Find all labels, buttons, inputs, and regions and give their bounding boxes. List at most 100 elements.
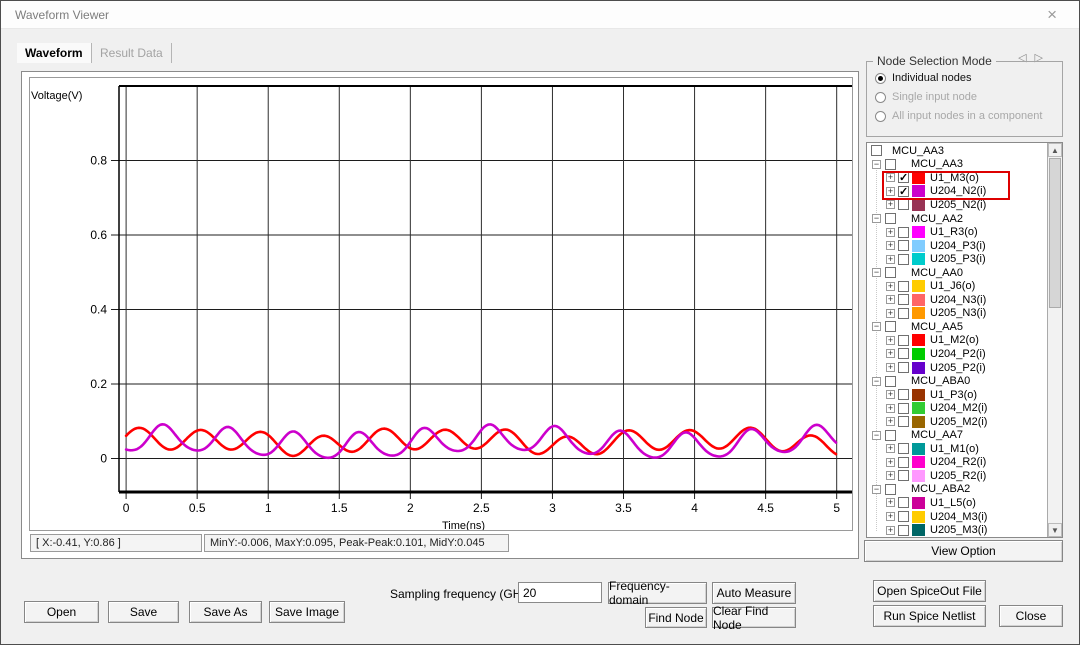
- tree-node-row[interactable]: + U204_M2(i): [867, 401, 1046, 415]
- radio-button-icon[interactable]: [875, 73, 886, 84]
- node-checkbox[interactable]: [898, 335, 909, 346]
- waveform-plot[interactable]: 00.20.40.60.800.511.522.533.544.55Time(n…: [30, 78, 852, 530]
- node-checkbox[interactable]: [898, 457, 909, 468]
- expand-icon[interactable]: +: [886, 526, 895, 535]
- find-node-button[interactable]: Find Node: [645, 607, 707, 628]
- node-label[interactable]: MCU_AA7: [911, 429, 963, 441]
- tree-group-row[interactable]: − MCU_ABA0: [867, 374, 1046, 388]
- node-checkbox[interactable]: [871, 145, 882, 156]
- node-checkbox[interactable]: [885, 321, 896, 332]
- tree-node-row[interactable]: + U205_M3(i): [867, 523, 1046, 537]
- tree-group-row[interactable]: −MCU_ABA2: [867, 483, 1046, 497]
- node-checkbox[interactable]: [898, 199, 909, 210]
- node-checkbox[interactable]: [898, 403, 909, 414]
- node-label[interactable]: U204_M3(i): [930, 511, 987, 523]
- node-label[interactable]: MCU_ABA0: [911, 375, 970, 387]
- expand-icon[interactable]: +: [886, 417, 895, 426]
- tree-node-row[interactable]: +U1_M1(o): [867, 442, 1046, 456]
- collapse-icon[interactable]: −: [872, 268, 881, 277]
- tab-waveform[interactable]: Waveform: [17, 43, 92, 63]
- open-spiceout-file-button[interactable]: Open SpiceOut File: [873, 580, 986, 602]
- expand-icon[interactable]: +: [886, 282, 895, 291]
- node-label[interactable]: U204_N2(i): [930, 185, 986, 197]
- run-spice-netlist-button[interactable]: Run Spice Netlist: [873, 605, 986, 627]
- node-label[interactable]: U205_M3(i): [930, 524, 987, 536]
- tree-node-row[interactable]: +U205_P2(i): [867, 361, 1046, 375]
- node-label[interactable]: U1_J6(o): [930, 280, 975, 292]
- node-label[interactable]: U1_R3(o): [930, 226, 978, 238]
- node-label[interactable]: U205_M2(i): [930, 416, 987, 428]
- expand-icon[interactable]: +: [886, 404, 895, 413]
- node-label[interactable]: U204_P2(i): [930, 348, 986, 360]
- tree-node-row[interactable]: +U204_P3(i): [867, 239, 1046, 253]
- collapse-icon[interactable]: −: [872, 377, 881, 386]
- node-checkbox[interactable]: [898, 281, 909, 292]
- node-label[interactable]: MCU_AA0: [911, 267, 963, 279]
- expand-icon[interactable]: +: [886, 390, 895, 399]
- close-icon[interactable]: ×: [1047, 5, 1057, 25]
- expand-icon[interactable]: +: [886, 173, 895, 182]
- save-button[interactable]: Save: [108, 601, 179, 623]
- tree-node-row[interactable]: + U204_R2(i): [867, 456, 1046, 470]
- node-checkbox[interactable]: [885, 159, 896, 170]
- node-checkbox[interactable]: [898, 389, 909, 400]
- collapse-icon[interactable]: −: [872, 431, 881, 440]
- node-checkbox[interactable]: [885, 430, 896, 441]
- scrollbar-thumb[interactable]: [1049, 158, 1061, 308]
- node-label[interactable]: U204_M2(i): [930, 402, 987, 414]
- node-checkbox[interactable]: [885, 267, 896, 278]
- node-checkbox[interactable]: [898, 254, 909, 265]
- collapse-icon[interactable]: −: [872, 160, 881, 169]
- collapse-icon[interactable]: −: [872, 214, 881, 223]
- tree-group-row[interactable]: −MCU_AA3: [867, 158, 1046, 172]
- tree-node-row[interactable]: + U1_L5(o): [867, 496, 1046, 510]
- tree-node-row[interactable]: +U205_P3(i): [867, 252, 1046, 266]
- expand-icon[interactable]: +: [886, 309, 895, 318]
- node-checkbox[interactable]: [898, 497, 909, 508]
- expand-icon[interactable]: +: [886, 444, 895, 453]
- node-checkbox[interactable]: [898, 308, 909, 319]
- expand-icon[interactable]: +: [886, 498, 895, 507]
- node-checkbox[interactable]: [898, 443, 909, 454]
- expand-icon[interactable]: +: [886, 200, 895, 209]
- tree-node-row[interactable]: + U1_M3(o): [867, 171, 1046, 185]
- node-checkbox[interactable]: [885, 484, 896, 495]
- node-label[interactable]: U204_R2(i): [930, 456, 986, 468]
- sampling-frequency-input[interactable]: [518, 582, 602, 603]
- node-label[interactable]: MCU_AA5: [911, 321, 963, 333]
- tree-node-row[interactable]: + U205_N3(i): [867, 307, 1046, 321]
- frequency-domain-button[interactable]: Frequency-domain: [608, 582, 707, 604]
- node-label[interactable]: U205_P2(i): [930, 362, 986, 374]
- tab-result-data[interactable]: Result Data: [92, 43, 172, 63]
- view-option-button[interactable]: View Option: [864, 540, 1063, 562]
- node-label[interactable]: U204_N3(i): [930, 294, 986, 306]
- node-label[interactable]: U1_L5(o): [930, 497, 976, 509]
- node-checkbox[interactable]: [898, 416, 909, 427]
- scroll-down-icon[interactable]: ▼: [1048, 523, 1062, 537]
- tree-node-row[interactable]: + U1_R3(o): [867, 225, 1046, 239]
- node-checkbox[interactable]: [898, 294, 909, 305]
- node-label[interactable]: U1_M3(o): [930, 172, 979, 184]
- collapse-icon[interactable]: −: [872, 322, 881, 331]
- save-image-button[interactable]: Save Image: [269, 601, 345, 623]
- tree-node-row[interactable]: + U205_M2(i): [867, 415, 1046, 429]
- node-checkbox[interactable]: [898, 240, 909, 251]
- node-label[interactable]: U1_M2(o): [930, 334, 979, 346]
- node-label[interactable]: MCU_AA3: [892, 145, 944, 157]
- tree-node-row[interactable]: + U1_J6(o): [867, 279, 1046, 293]
- expand-icon[interactable]: +: [886, 228, 895, 237]
- tree-node-row[interactable]: + U205_N2(i): [867, 198, 1046, 212]
- node-label[interactable]: U205_N3(i): [930, 307, 986, 319]
- tree-group-row[interactable]: − MCU_AA7: [867, 428, 1046, 442]
- tree-node-row[interactable]: +U204_M3(i): [867, 510, 1046, 524]
- expand-icon[interactable]: +: [886, 458, 895, 467]
- expand-icon[interactable]: +: [886, 241, 895, 250]
- tree-scrollbar[interactable]: ▲ ▼: [1047, 143, 1062, 537]
- tree-node-row[interactable]: +U1_M2(o): [867, 334, 1046, 348]
- node-checkbox[interactable]: [898, 227, 909, 238]
- tree-node-row[interactable]: +U204_N3(i): [867, 293, 1046, 307]
- radio-individual-nodes[interactable]: Individual nodes: [875, 71, 972, 85]
- node-label[interactable]: U205_N2(i): [930, 199, 986, 211]
- clear-find-node-button[interactable]: Clear Find Node: [712, 607, 796, 628]
- expand-icon[interactable]: +: [886, 255, 895, 264]
